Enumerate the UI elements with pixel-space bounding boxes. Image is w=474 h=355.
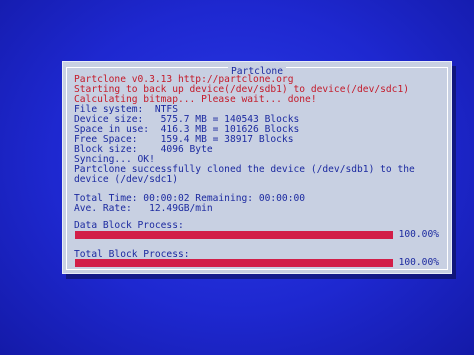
total-block-progress-fill [75,259,393,267]
data-block-label: Data Block Process: [74,220,184,231]
success-line-2: device (/dev/sdc1) [74,174,178,185]
data-block-progress-fill [75,231,393,239]
total-block-progress-bar [75,259,393,267]
dialog-frame: Partclone Partclone v0.3.13 http://partc… [66,66,448,270]
partclone-dialog: Partclone Partclone v0.3.13 http://partc… [62,61,452,274]
average-rate-line: Ave. Rate: 12.49GB/min [74,203,213,214]
data-block-percent: 100.00% [398,229,439,240]
data-block-progress-bar [75,231,393,239]
total-block-percent: 100.00% [398,257,439,268]
console-screen: Partclone Partclone v0.3.13 http://partc… [0,0,474,355]
